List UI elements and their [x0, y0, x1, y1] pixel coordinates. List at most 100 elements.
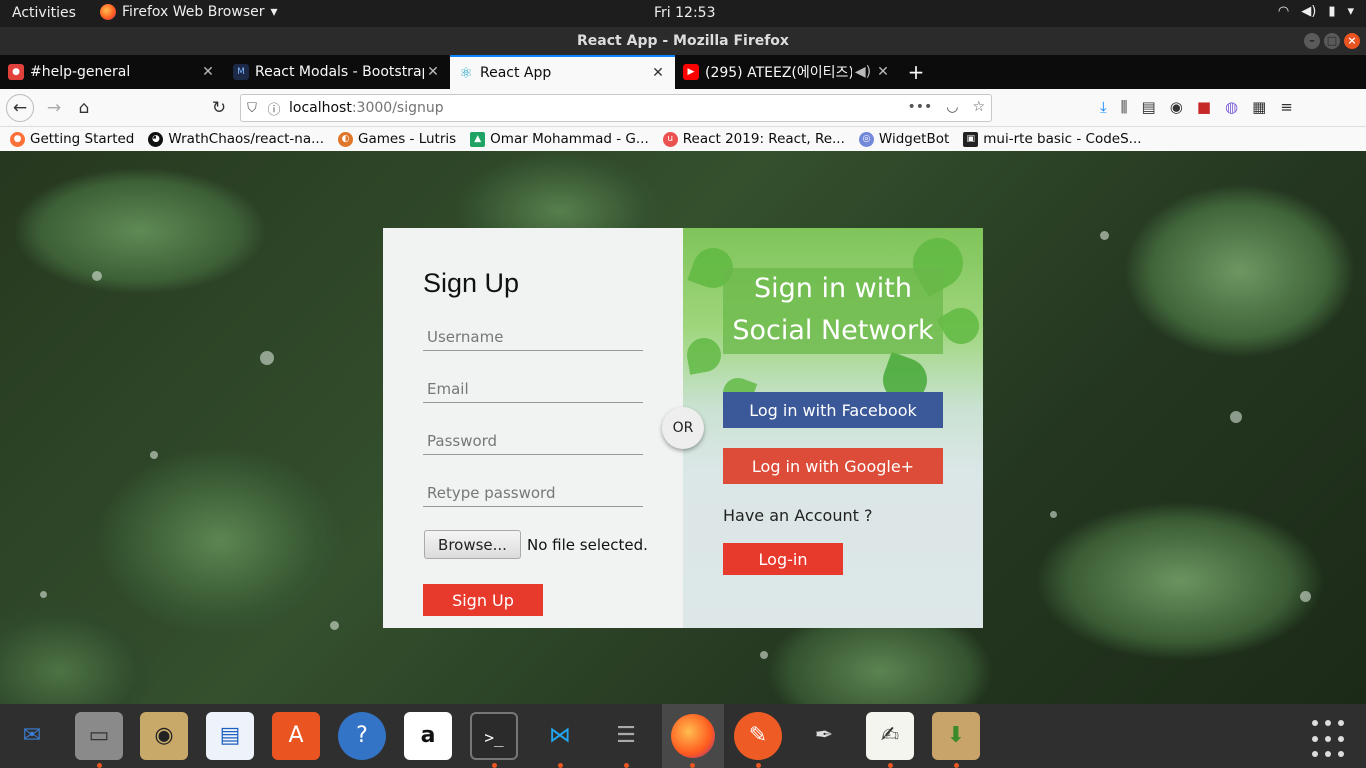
toolbar-icons: ⤓ ⫼ ▤ ◉ ■ ◍ ▦ ≡	[1100, 98, 1293, 116]
extensions-grid-icon[interactable]: ▦	[1252, 98, 1266, 116]
vscode-icon[interactable]: ⋈	[536, 712, 584, 760]
discord-favicon-icon: ●	[8, 64, 24, 80]
tab-youtube[interactable]: ▶ (295) ATEEZ(에이티즈) - ◀) ✕	[675, 55, 900, 89]
page-actions-icon[interactable]: •••	[907, 99, 932, 115]
username-input[interactable]	[423, 323, 643, 351]
or-divider-badge: OR	[662, 407, 704, 449]
background-decoration	[40, 591, 47, 598]
bookmark-item[interactable]: ◎ WidgetBot	[858, 131, 950, 147]
url-path: :3000/signup	[351, 100, 444, 116]
show-applications-button[interactable]	[1312, 720, 1352, 760]
new-tab-button[interactable]: +	[905, 60, 927, 84]
gnome-top-bar: Activities Firefox Web Browser ▾ Fri 12:…	[0, 0, 1366, 27]
login-button[interactable]: Log-in	[723, 543, 843, 575]
app-menu[interactable]: Firefox Web Browser ▾	[100, 4, 278, 20]
bookmark-label: WidgetBot	[878, 131, 950, 147]
sidebar-icon[interactable]: ▤	[1142, 98, 1156, 116]
background-decoration	[92, 271, 102, 281]
file-browse-button[interactable]: Browse...	[424, 530, 521, 559]
background-decoration	[1300, 591, 1311, 602]
bookmark-item[interactable]: ▲ Omar Mohammad - G...	[470, 131, 649, 147]
google-login-button[interactable]: Log in with Google+	[723, 448, 943, 484]
maximize-button[interactable]: □	[1324, 33, 1340, 49]
amazon-icon[interactable]: a	[404, 712, 452, 760]
signup-submit-button[interactable]: Sign Up	[423, 584, 543, 616]
database-icon[interactable]: ☰	[602, 712, 650, 760]
social-panel: Sign in with Social Network Log in with …	[683, 228, 983, 628]
home-button[interactable]: ⌂	[70, 95, 98, 121]
site-info-icon[interactable]: ⓘ	[263, 99, 285, 118]
system-tray[interactable]: ◠ ◀) ▮ ▾	[1278, 4, 1354, 19]
libreoffice-writer-icon[interactable]: ▤	[206, 712, 254, 760]
bookmark-item[interactable]: ◐ Games - Lutris	[338, 131, 456, 147]
close-window-button[interactable]: ×	[1344, 33, 1360, 49]
help-icon[interactable]: ?	[338, 712, 386, 760]
back-button[interactable]: ←	[6, 94, 34, 122]
password-input[interactable]	[423, 427, 643, 455]
window-titlebar: React App - Mozilla Firefox – □ ×	[0, 27, 1366, 55]
tab-label: React Modals - Bootstrap	[255, 64, 424, 80]
clock[interactable]: Fri 12:53	[654, 5, 715, 21]
firefox-icon[interactable]	[662, 704, 724, 768]
email-input[interactable]	[423, 375, 643, 403]
window-title: React App - Mozilla Firefox	[577, 33, 789, 49]
close-tab-icon[interactable]: ✕	[424, 64, 442, 80]
terminal-icon[interactable]: >_	[470, 712, 518, 760]
bookmark-item[interactable]: u React 2019: React, Re...	[662, 131, 845, 147]
tab-help-general[interactable]: ● #help-general ✕	[0, 55, 225, 89]
pocket-icon[interactable]: ◡	[946, 99, 958, 115]
google-drive-icon: ▲	[470, 131, 486, 147]
tab-label: React App	[480, 65, 552, 81]
social-title-line-2: Social Network	[732, 315, 934, 346]
extension-badge-icon[interactable]: ◍	[1225, 98, 1238, 116]
retype-password-input[interactable]	[423, 479, 643, 507]
hamburger-menu-icon[interactable]: ≡	[1280, 98, 1293, 116]
social-title: Sign in with Social Network	[723, 268, 943, 354]
chevron-down-icon: ▾	[270, 4, 278, 20]
background-decoration	[150, 451, 158, 459]
bookmark-star-icon[interactable]: ☆	[972, 99, 985, 115]
lutris-icon: ◐	[338, 131, 354, 147]
running-indicator	[624, 763, 629, 768]
url-bar[interactable]: ⛉ ⓘ localhost:3000/signup ••• ◡ ☆	[240, 94, 992, 122]
minimize-button[interactable]: –	[1304, 33, 1320, 49]
speaker-icon[interactable]: ◀)	[852, 64, 874, 80]
leaf-decoration	[936, 301, 983, 351]
signup-title: Sign Up	[423, 268, 520, 298]
software-center-icon[interactable]: A	[272, 712, 320, 760]
bookmark-item[interactable]: ◕ WrathChaos/react-na...	[148, 131, 324, 147]
ubuntu-dock: ✉ ▭ ◉ ▤ A ? a >_ ⋈ ☰ ✎ ✒ ✍ ⬇	[0, 704, 1366, 768]
archive-manager-icon[interactable]: ⬇	[932, 712, 980, 760]
color-picker-icon[interactable]: ✒	[800, 712, 848, 760]
close-tab-icon[interactable]: ✕	[874, 64, 892, 80]
reload-button[interactable]: ↻	[205, 95, 233, 121]
tracking-protection-icon[interactable]: ⛉	[241, 101, 263, 116]
facebook-login-button[interactable]: Log in with Facebook	[723, 392, 943, 428]
tab-react-app[interactable]: ⚛ React App ✕	[450, 55, 675, 89]
text-editor-icon[interactable]: ✍	[866, 712, 914, 760]
close-tab-icon[interactable]: ✕	[199, 64, 217, 80]
forward-button[interactable]: →	[40, 95, 68, 121]
library-icon[interactable]: ⫼	[1121, 98, 1128, 116]
extension-icon[interactable]: ■	[1197, 98, 1211, 116]
file-status-label: No file selected.	[527, 536, 648, 554]
rhythmbox-icon[interactable]: ◉	[140, 712, 188, 760]
codesandbox-icon: ▣	[963, 131, 979, 147]
bookmark-item[interactable]: ● Getting Started	[10, 131, 134, 147]
files-icon[interactable]: ▭	[75, 712, 123, 760]
bookmark-item[interactable]: ▣ mui-rte basic - CodeS...	[963, 131, 1142, 147]
thunderbird-icon[interactable]: ✉	[8, 712, 56, 760]
downloads-icon[interactable]: ⤓	[1100, 98, 1107, 116]
close-tab-icon[interactable]: ✕	[649, 65, 667, 81]
signup-panel: Sign Up Browse... No file selected. Sign…	[383, 228, 683, 628]
account-icon[interactable]: ◉	[1170, 98, 1183, 116]
bookmark-label: React 2019: React, Re...	[682, 131, 845, 147]
background-decoration	[260, 351, 274, 365]
activities-button[interactable]: Activities	[12, 5, 76, 21]
postman-icon[interactable]: ✎	[734, 712, 782, 760]
background-decoration	[1050, 511, 1057, 518]
tab-label: (295) ATEEZ(에이티즈) -	[705, 65, 852, 81]
tab-react-modals[interactable]: M React Modals - Bootstrap ✕	[225, 55, 450, 89]
background-decoration	[760, 651, 768, 659]
bookmarks-toolbar: ● Getting Started ◕ WrathChaos/react-na.…	[0, 127, 1366, 151]
